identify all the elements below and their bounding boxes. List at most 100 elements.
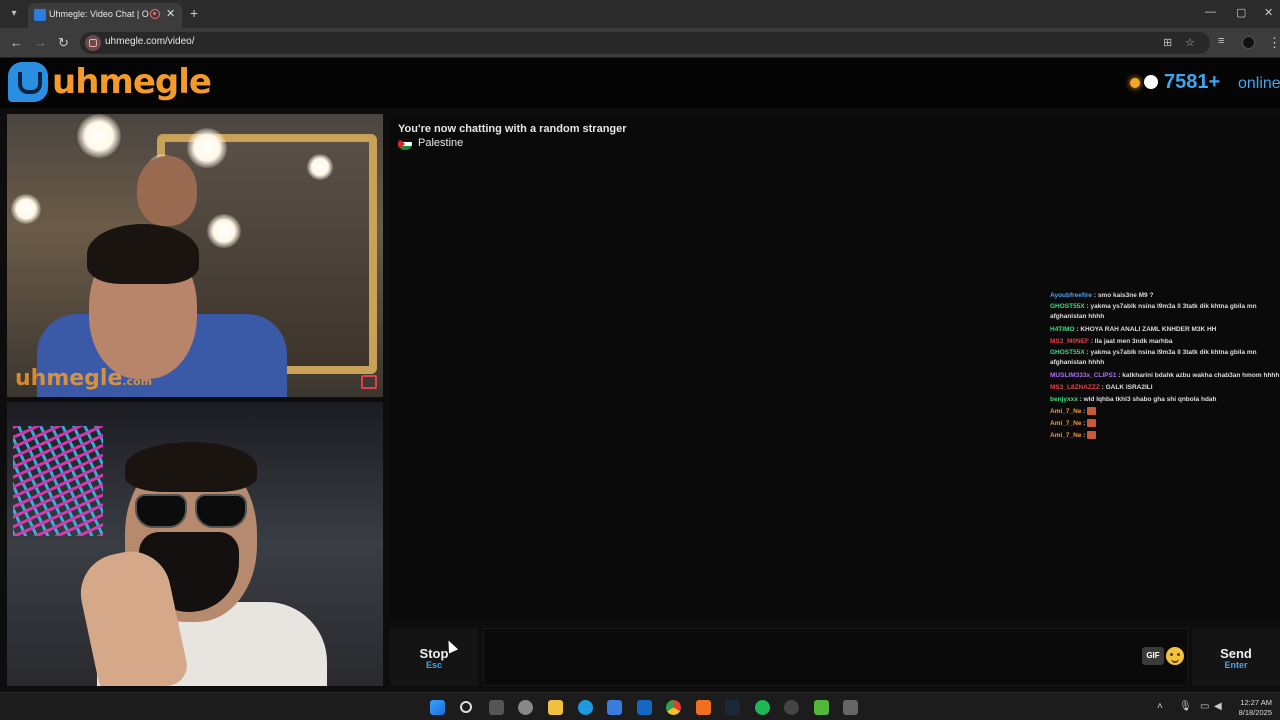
chat-username[interactable]: Ami_7_Ne	[1050, 420, 1081, 427]
chat-username[interactable]: MS3_M0NEF	[1050, 338, 1089, 345]
site-logo[interactable]: uhmegle	[52, 62, 212, 102]
minimize-button[interactable]: —	[1205, 6, 1216, 18]
system-clock[interactable]: 12:27 AM 8/18/2025	[1239, 698, 1272, 718]
browser-tab[interactable]: Uhmegle: Video Chat | Omegle ✕	[28, 3, 182, 28]
file-explorer-icon[interactable]	[548, 700, 563, 715]
send-shortcut: Enter	[1224, 660, 1248, 670]
online-count: 7581+	[1164, 71, 1221, 93]
emote-icon	[1087, 407, 1097, 416]
ceiling-light	[11, 194, 41, 224]
start-icon[interactable]	[430, 700, 445, 715]
chat-username[interactable]: Ayoubfreefire	[1050, 292, 1092, 299]
country-name: Palestine	[418, 137, 464, 149]
self-hair	[125, 442, 257, 492]
report-flag-icon[interactable]	[361, 375, 377, 389]
back-icon[interactable]: ←	[10, 35, 23, 50]
chat-username[interactable]: Ami_7_Ne	[1050, 432, 1081, 439]
stream-chat-message: Ami_7_Ne :	[1050, 406, 1280, 418]
app4-icon[interactable]	[843, 700, 858, 715]
stop-label: Stop	[419, 646, 449, 661]
store-icon[interactable]	[607, 700, 622, 715]
favicon-icon	[34, 9, 46, 21]
browser-tab-bar: ▾ Uhmegle: Video Chat | Omegle ✕ + — ▢ ✕	[0, 0, 1280, 28]
tray-expand-icon[interactable]: ˄	[1157, 701, 1163, 712]
chat-username[interactable]: GHOST55X	[1050, 303, 1085, 310]
uhmegle-logo-icon[interactable]	[8, 62, 48, 102]
message-input[interactable]	[483, 628, 1188, 686]
new-tab-button[interactable]: +	[190, 5, 198, 21]
chat-message-text: :	[1083, 420, 1086, 427]
chat-message-text: : katkharini bdahk azbu wakha chab3an hm…	[1118, 372, 1280, 379]
stranger-video: uhmegle.com	[7, 114, 383, 397]
chat-message-text: : lla jaat men 3ndk marhba	[1090, 338, 1173, 345]
chat-username[interactable]: GHOST55X	[1050, 349, 1085, 356]
steam-icon[interactable]	[725, 700, 740, 715]
site-info-icon[interactable]	[85, 35, 101, 51]
reload-icon[interactable]: ↻	[58, 35, 69, 51]
volume-icon[interactable]: ◀	[1214, 701, 1222, 712]
network-icon[interactable]: ▭	[1200, 701, 1209, 712]
address-bar: ← → ↻ uhmegle.com/video/ ⊞ ☆ ≡ ⋮	[0, 28, 1280, 58]
app2-icon[interactable]	[784, 700, 799, 715]
windows-taskbar: ˄ 🎙 ▭ ◀ 12:27 AM 8/18/2025	[0, 692, 1280, 720]
chat-username[interactable]: MS3_L8ZNAZZZ	[1050, 384, 1100, 391]
task-view-icon[interactable]	[489, 700, 504, 715]
clock-date: 8/18/2025	[1238, 708, 1272, 717]
theme-toggle-icon[interactable]	[1144, 75, 1158, 89]
chat-message-text: :	[1083, 432, 1086, 439]
gif-button[interactable]: GIF	[1142, 647, 1164, 665]
close-window-button[interactable]: ✕	[1264, 6, 1273, 19]
forward-icon[interactable]: →	[34, 35, 47, 50]
chat-username[interactable]: Ami_7_Ne	[1050, 408, 1081, 415]
chat-message-text: : GALK ISRA2ILI	[1101, 384, 1153, 391]
outlook-icon[interactable]	[637, 700, 652, 715]
stream-chat-message: benjyxxx : wld lqhba tkhl3 shabo gha shi…	[1050, 394, 1280, 406]
status-dot-icon	[1130, 78, 1140, 88]
chat-message-text: : smo kais3ne M9 ?	[1093, 292, 1154, 299]
chat-message-text: : KHOYA RAH ANALI ZAML KNHDER M3K HH	[1076, 326, 1217, 333]
maximize-button[interactable]: ▢	[1236, 6, 1246, 19]
tab-title: Uhmegle: Video Chat | Omegle	[49, 9, 149, 19]
online-label: online	[1238, 75, 1280, 92]
chrome-icon[interactable]	[666, 700, 681, 715]
ceiling-light	[207, 214, 241, 248]
stream-chat-message: MS3_L8ZNAZZZ : GALK ISRA2ILI	[1050, 382, 1280, 394]
url-field[interactable]: uhmegle.com/video/ ⊞ ☆	[80, 32, 1210, 54]
stream-chat-message: Ami_7_Ne :	[1050, 418, 1280, 430]
stop-button[interactable]: Stop Esc	[390, 628, 478, 686]
video-watermark: uhmegle.com	[15, 366, 153, 391]
online-counter: 7581+ online	[1130, 71, 1280, 95]
search-icon[interactable]	[460, 701, 472, 713]
translate-icon[interactable]: ⊞	[1163, 36, 1172, 49]
stream-chat-message: MUSLIM333x_CLIPS1 : katkharini bdahk azb…	[1050, 370, 1280, 382]
chat-username[interactable]: H4TIMO	[1050, 326, 1075, 333]
spotify-icon[interactable]	[755, 700, 770, 715]
bookmark-star-icon[interactable]: ☆	[1185, 36, 1195, 49]
microphone-icon[interactable]: 🎙	[1179, 701, 1192, 712]
site-header: uhmegle 7581+ online	[0, 58, 1280, 108]
emoji-icon[interactable]	[1166, 647, 1184, 665]
url-text: uhmegle.com/video/	[105, 36, 195, 47]
ceiling-light	[77, 114, 121, 158]
chat-username[interactable]: benjyxxx	[1050, 396, 1078, 403]
stranger-hair	[87, 224, 199, 284]
stream-chat-message: MS3_M0NEF : lla jaat men 3ndk marhba	[1050, 336, 1280, 348]
chat-username[interactable]: MUSLIM333x_CLIPS1	[1050, 372, 1116, 379]
stream-chat-message: GHOST55X : yakma ys7ablk nsina l9m3a ll …	[1050, 302, 1280, 324]
ceiling-light	[307, 154, 333, 180]
more-menu-icon[interactable]: ⋮	[1268, 35, 1280, 51]
tab-close-icon[interactable]: ✕	[166, 7, 175, 20]
edge-icon[interactable]	[578, 700, 593, 715]
emote-icon	[1087, 431, 1097, 440]
profile-avatar[interactable]	[1242, 36, 1255, 49]
stream-chat-overlay: Ayoubfreefire : smo kais3ne M9 ? GHOST55X…	[1050, 290, 1280, 442]
send-button[interactable]: Send Enter	[1192, 628, 1280, 686]
tab-search-icon[interactable]: ▾	[6, 6, 22, 22]
app-icon[interactable]	[696, 700, 711, 715]
app3-icon[interactable]	[814, 700, 829, 715]
sunglasses	[135, 494, 247, 528]
media-control-icon[interactable]: ≡	[1218, 35, 1224, 47]
stream-chat-message: GHOST55X : yakma ys7ablk nsina l9m3a ll …	[1050, 348, 1280, 370]
settings-icon[interactable]	[518, 700, 533, 715]
stop-shortcut: Esc	[425, 660, 442, 670]
